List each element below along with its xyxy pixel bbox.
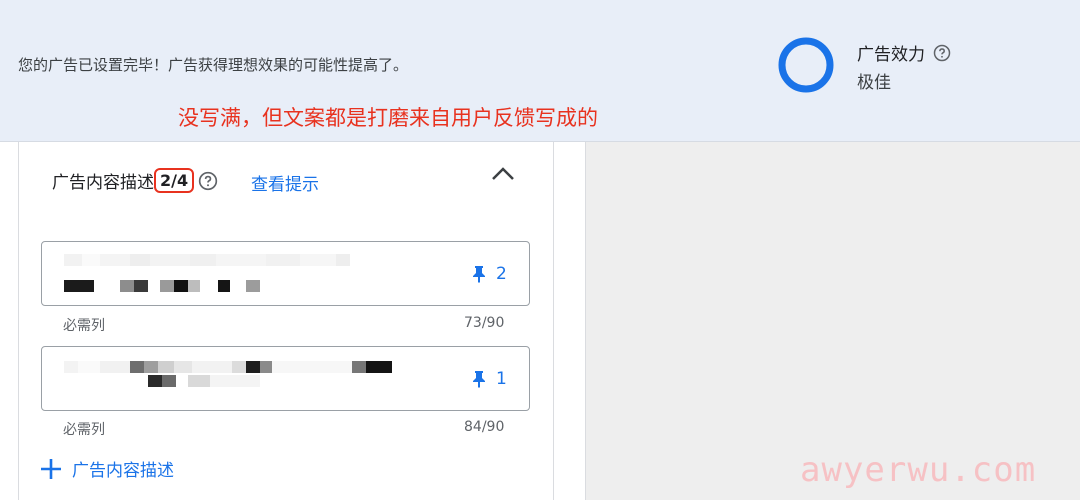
description-input-2[interactable]: 1 bbox=[41, 346, 530, 411]
required-label: 必需列 bbox=[63, 318, 105, 334]
character-count: 84/90 bbox=[464, 419, 505, 435]
pin-indicator[interactable]: 2 bbox=[472, 264, 507, 284]
description-count-badge: 2/4 bbox=[154, 168, 195, 193]
help-icon[interactable] bbox=[198, 171, 218, 191]
ad-strength-title: 广告效力 bbox=[857, 40, 951, 65]
right-panel bbox=[586, 142, 1080, 500]
blurred-text bbox=[64, 254, 350, 266]
ad-strength-value: 极佳 bbox=[857, 73, 891, 93]
descriptions-header: 广告内容描述 2/4 bbox=[52, 168, 218, 193]
pin-icon bbox=[473, 371, 485, 388]
add-description-button[interactable]: 广告内容描述 bbox=[40, 456, 174, 481]
pin-position: 2 bbox=[496, 264, 507, 284]
character-count: 73/90 bbox=[464, 315, 505, 331]
add-description-label: 广告内容描述 bbox=[72, 461, 174, 481]
pin-indicator[interactable]: 1 bbox=[472, 369, 507, 389]
chevron-up-icon[interactable] bbox=[490, 164, 516, 184]
required-label: 必需列 bbox=[63, 422, 105, 438]
description-input-1[interactable]: 2 bbox=[41, 241, 530, 306]
view-tips-link[interactable]: 查看提示 bbox=[251, 170, 319, 195]
blurred-text bbox=[64, 361, 392, 373]
ad-strength-banner: 您的广告已设置完毕！广告获得理想效果的可能性提高了。 没写满，但文案都是打磨来自… bbox=[0, 0, 1080, 142]
ad-strength-label: 广告效力 bbox=[857, 45, 925, 65]
blurred-text bbox=[64, 280, 260, 292]
section-title: 广告内容描述 bbox=[52, 173, 154, 193]
pin-position: 1 bbox=[496, 369, 507, 389]
annotation-text: 没写满，但文案都是打磨来自用户反馈写成的 bbox=[178, 106, 598, 130]
banner-message: 您的广告已设置完毕！广告获得理想效果的可能性提高了。 bbox=[18, 56, 409, 74]
watermark: awyerwu.com bbox=[800, 450, 1037, 490]
plus-icon bbox=[41, 458, 61, 479]
help-icon[interactable] bbox=[933, 44, 951, 62]
blurred-text bbox=[64, 375, 260, 387]
ad-strength-ring-icon bbox=[778, 37, 834, 93]
pin-icon bbox=[473, 266, 485, 283]
ad-editor-page: 您的广告已设置完毕！广告获得理想效果的可能性提高了。 没写满，但文案都是打磨来自… bbox=[0, 0, 1080, 500]
